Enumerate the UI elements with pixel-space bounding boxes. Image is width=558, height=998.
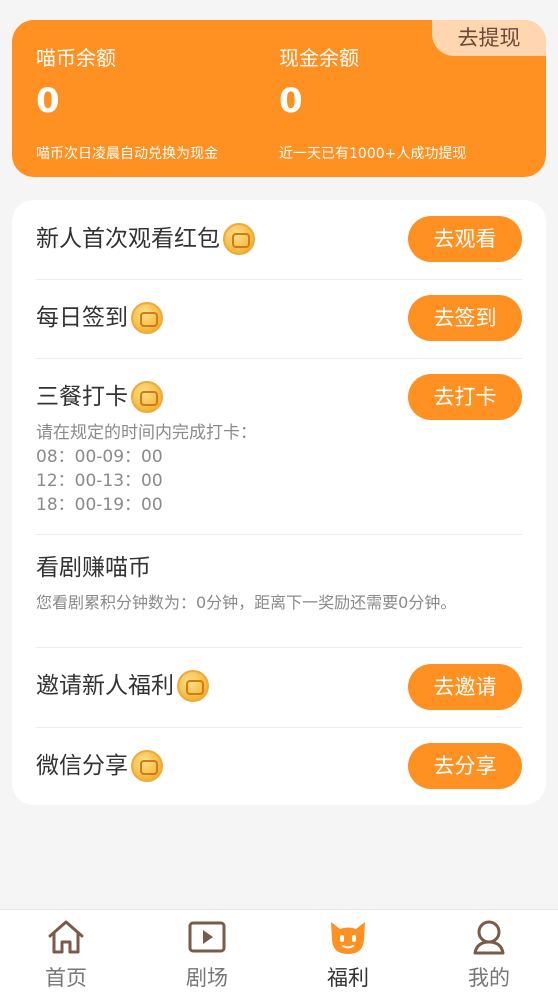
tab-theater[interactable]: 剧场 [157, 910, 257, 998]
coin-balance-note: 喵币次日凌晨自动兑换为现金 [36, 146, 218, 162]
coin-icon [177, 670, 209, 702]
task-title-share: 微信分享 [36, 750, 163, 782]
share-button[interactable]: 去分享 [408, 743, 522, 789]
task-title-text: 每日签到 [36, 305, 128, 331]
tab-label: 我的 [468, 966, 510, 990]
task-title-invite: 邀请新人福利 [36, 670, 209, 702]
cash-balance-note: 近一天已有1000+人成功提现 [279, 146, 467, 162]
tab-mine[interactable]: 我的 [439, 910, 539, 998]
cash-balance-label: 现金余额 [279, 46, 359, 70]
meal-slot: 18：00-19：00 [36, 495, 163, 515]
task-title-newbie: 新人首次观看红包 [36, 223, 255, 255]
cash-balance-value: 0 [279, 81, 303, 121]
task-row-watch: 看剧赚喵币 您看剧累积分钟数为：0分钟，距离下一奖励还需要0分钟。 [36, 535, 522, 648]
task-title-text: 微信分享 [36, 753, 128, 779]
task-title-checkin: 每日签到 [36, 302, 163, 334]
tab-label: 剧场 [186, 966, 228, 990]
tab-welfare[interactable]: 福利 [298, 910, 398, 998]
watch-button[interactable]: 去观看 [408, 216, 522, 262]
play-icon [187, 918, 227, 956]
meals-checkin-button[interactable]: 去打卡 [408, 374, 522, 420]
home-icon [46, 918, 86, 956]
coin-balance: 喵币余额 0 喵币次日凌晨自动兑换为现金 [36, 44, 218, 164]
cash-balance: 现金余额 0 近一天已有1000+人成功提现 [279, 44, 466, 164]
task-title-text: 三餐打卡 [36, 384, 128, 410]
task-title-text: 邀请新人福利 [36, 673, 174, 699]
task-row-share: 微信分享 去分享 [36, 728, 522, 805]
task-row-newbie: 新人首次观看红包 去观看 [36, 200, 522, 280]
coin-balance-label: 喵币余额 [36, 46, 116, 70]
task-row-checkin: 每日签到 去签到 [36, 280, 522, 359]
task-row-meals: 三餐打卡 去打卡 请在规定的时间内完成打卡： 08：00-09：00 12：00… [36, 359, 522, 535]
checkin-button[interactable]: 去签到 [408, 295, 522, 341]
meals-note: 请在规定的时间内完成打卡： [36, 423, 257, 443]
tab-home[interactable]: 首页 [16, 910, 116, 998]
cat-icon [328, 918, 368, 956]
coin-balance-value: 0 [36, 81, 60, 121]
tab-label: 福利 [327, 966, 369, 990]
coin-icon [223, 223, 255, 255]
coin-icon [131, 750, 163, 782]
meal-slot: 12：00-13：00 [36, 471, 163, 491]
task-title-watch: 看剧赚喵币 [36, 552, 151, 584]
coin-icon [131, 302, 163, 334]
tab-label: 首页 [45, 966, 87, 990]
watch-note: 您看剧累积分钟数为：0分钟，距离下一奖励还需要0分钟。 [36, 593, 457, 612]
meal-slot: 08：00-09：00 [36, 447, 163, 467]
task-title-meals: 三餐打卡 [36, 381, 163, 413]
invite-button[interactable]: 去邀请 [408, 664, 522, 710]
task-list: 新人首次观看红包 去观看 每日签到 去签到 三餐打卡 去打卡 请在规定的时间内完… [12, 200, 546, 805]
bottom-tab-bar: 首页 剧场 福利 我的 [0, 909, 558, 998]
task-title-text: 看剧赚喵币 [36, 555, 151, 581]
user-icon [469, 918, 509, 956]
coin-icon [131, 381, 163, 413]
task-row-invite: 邀请新人福利 去邀请 [36, 648, 522, 728]
task-title-text: 新人首次观看红包 [36, 226, 220, 252]
balance-card: 去提现 喵币余额 0 喵币次日凌晨自动兑换为现金 现金余额 0 近一天已有100… [12, 20, 546, 177]
